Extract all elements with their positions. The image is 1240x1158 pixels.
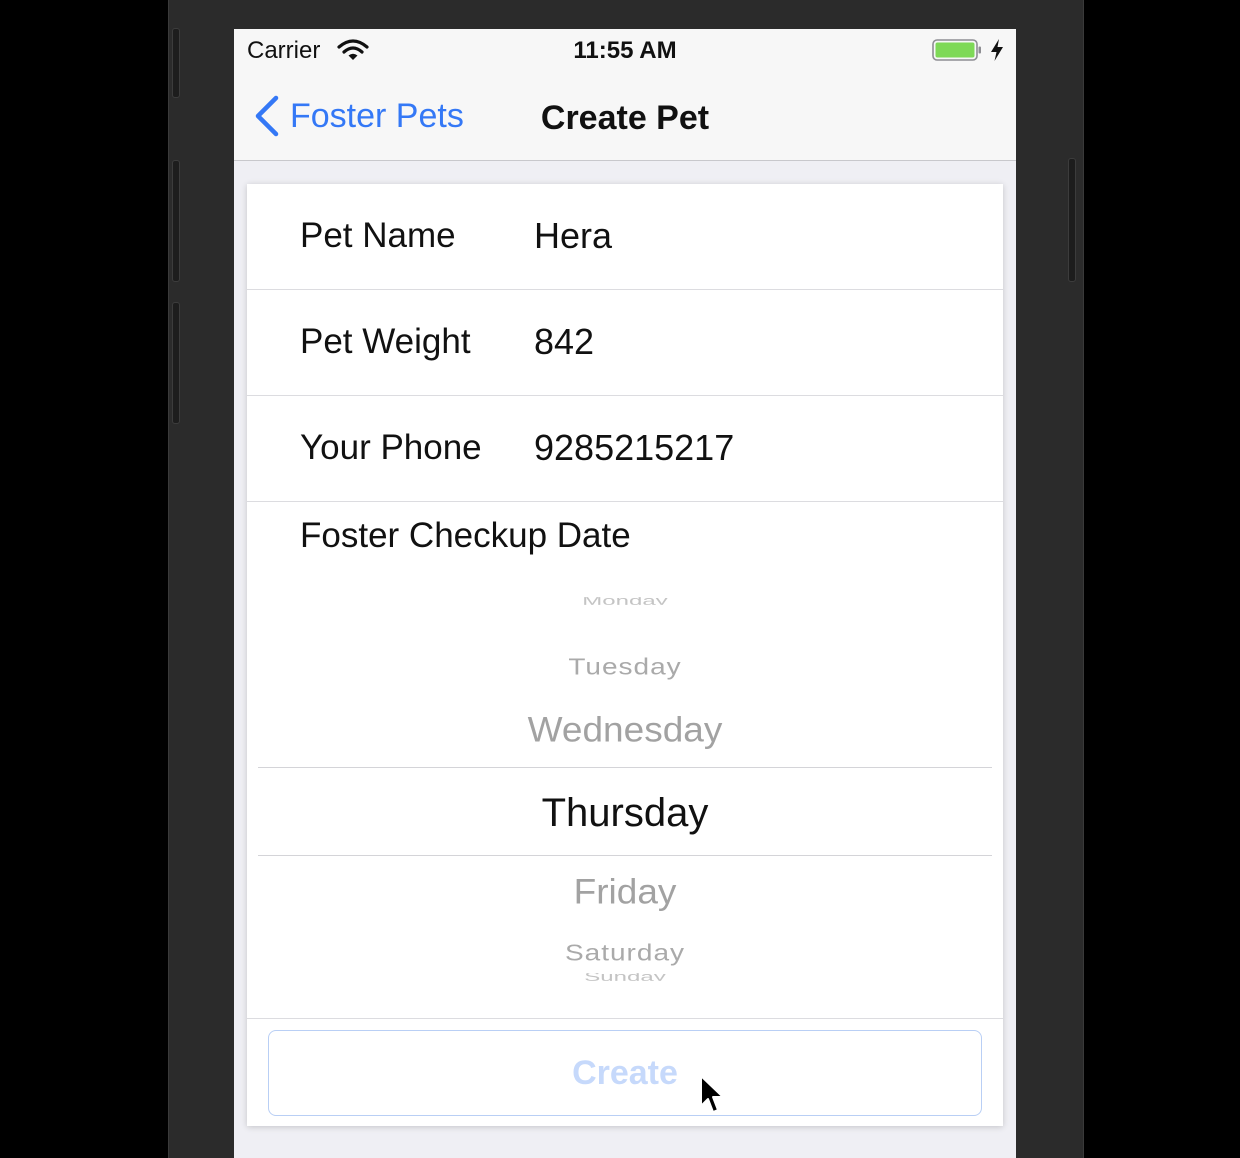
pet-weight-row: Pet Weight 842 (247, 290, 1003, 396)
picker-item-wednesday[interactable]: Wednesday (258, 709, 992, 751)
picker-item-friday[interactable]: Friday (258, 871, 992, 913)
weekday-picker[interactable]: Monday Tuesday Wednesday Thursday Friday… (258, 584, 992, 984)
power-button (1068, 158, 1076, 282)
checkup-date-label: Foster Checkup Date (300, 516, 631, 555)
page-title-text: Create Pet (540, 99, 710, 137)
picker-item-tuesday[interactable]: Tuesday (258, 653, 992, 681)
volume-down-button (172, 302, 180, 424)
mouse-cursor-icon (700, 1075, 724, 1113)
picker-item-saturday[interactable]: Saturday (258, 939, 992, 967)
phone-row: Your Phone 9285215217 (247, 396, 1003, 502)
picker-item-thursday-selected[interactable]: Thursday (258, 790, 992, 836)
create-pet-form: Pet Name Hera Pet Weight 842 Your Phone … (247, 184, 1003, 1126)
create-button-label: Create (572, 1053, 678, 1092)
page-title: Create Pet (234, 99, 1016, 138)
phone-field[interactable]: 9285215217 (534, 427, 734, 469)
form-divider (247, 1018, 1003, 1019)
battery-icon (932, 39, 981, 61)
pet-name-label: Pet Name (300, 216, 456, 255)
navigation-bar: Foster Pets Create Pet (234, 73, 1016, 161)
phone-label: Your Phone (300, 428, 482, 467)
picker-selection-bottom-line (258, 855, 992, 856)
charging-bolt-icon (991, 39, 1003, 61)
phone-screen: Carrier 11:55 AM Foster Pets Create Pet … (234, 29, 1016, 1158)
create-button[interactable]: Create (268, 1030, 982, 1116)
picker-item-monday[interactable]: Monday (258, 597, 992, 605)
pet-name-row: Pet Name Hera (247, 184, 1003, 290)
picker-selection-top-line (258, 767, 992, 768)
status-bar: Carrier 11:55 AM (234, 29, 1016, 73)
pet-weight-label: Pet Weight (300, 322, 471, 361)
mute-switch (172, 28, 180, 98)
volume-up-button (172, 160, 180, 282)
status-time: 11:55 AM (573, 37, 677, 64)
pet-weight-field[interactable]: 842 (534, 321, 594, 363)
pet-name-field[interactable]: Hera (534, 215, 612, 257)
picker-item-sunday[interactable]: Sunday (258, 973, 992, 981)
